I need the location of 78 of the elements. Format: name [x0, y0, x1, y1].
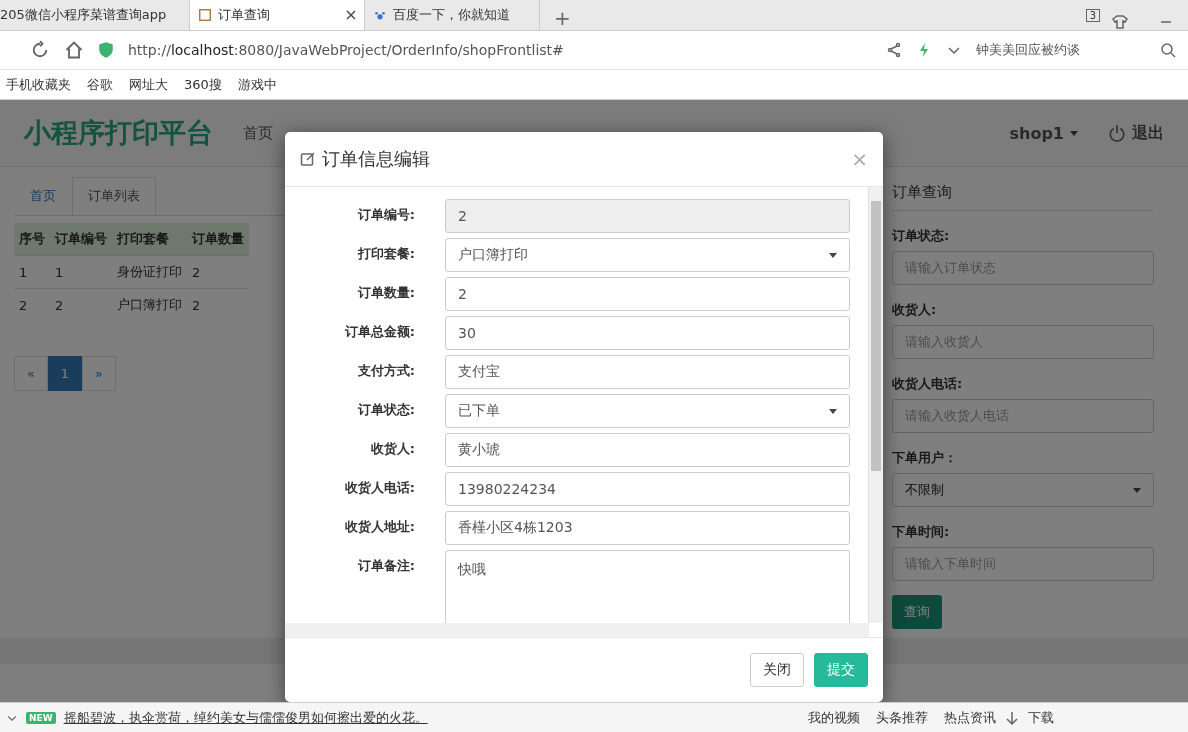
field-label: 支付方式:	[356, 362, 415, 380]
brand-title: 小程序打印平台	[24, 116, 213, 150]
bookmark[interactable]: 手机收藏夹	[6, 75, 71, 94]
table-cell: 户口簿打印	[112, 288, 187, 321]
status-link[interactable]: 头条推荐	[876, 709, 928, 727]
bookmark[interactable]: 网址大	[129, 75, 168, 94]
input-field: 2	[445, 199, 850, 233]
reload-icon[interactable]	[30, 40, 50, 60]
column-header: 打印套餐	[112, 223, 187, 256]
select-field[interactable]: 不限制	[892, 473, 1154, 507]
download-link[interactable]: 下载	[1028, 709, 1054, 727]
new-badge: NEW	[26, 712, 56, 724]
panel-title: 订单查询	[892, 173, 1154, 211]
table-cell: 2	[50, 288, 112, 321]
new-tab-button[interactable]: +	[540, 6, 585, 30]
field-label: 订单数量:	[356, 284, 415, 302]
bookmark[interactable]: 360搜	[184, 75, 222, 94]
browser-tab[interactable]: 订单查询	[190, 0, 365, 30]
table-cell: 2	[187, 288, 249, 321]
field-label: 收货人:	[892, 301, 938, 319]
search-icon[interactable]	[1160, 42, 1176, 58]
scrollbar[interactable]	[868, 187, 883, 623]
tab-count[interactable]: 3	[1085, 9, 1100, 22]
page-icon	[198, 8, 212, 22]
close-button[interactable]: 关闭	[750, 653, 804, 687]
select-field[interactable]: 已下单	[445, 394, 850, 428]
modal-title: 订单信息编辑	[322, 147, 430, 171]
close-icon[interactable]	[346, 10, 356, 20]
table-cell: 身份证打印	[112, 255, 187, 289]
browser-tab[interactable]: 205微信小程序菜谱查询app	[0, 0, 190, 30]
status-link[interactable]: 我的视频	[808, 709, 860, 727]
input-field[interactable]: 2	[445, 277, 850, 311]
table-cell: 1	[50, 255, 112, 289]
column-header: 订单数量	[187, 223, 249, 256]
field-label: 打印套餐:	[356, 245, 415, 263]
news-link[interactable]: 摇船碧波，执伞赏荷，绰约美女与儒儒俊男如何擦出爱的火花。	[63, 709, 428, 727]
field-label: 收货人电话:	[892, 375, 964, 393]
field-label: 下单时间:	[892, 523, 951, 541]
field-label: 订单状态:	[892, 227, 951, 245]
horizontal-scrollbar[interactable]	[285, 623, 869, 637]
shirt-icon[interactable]	[1112, 14, 1128, 30]
input-field[interactable]: 香槿小区4栋1203	[445, 511, 850, 545]
bookmark[interactable]: 谷歌	[87, 75, 113, 94]
column-header: 订单编号	[50, 223, 112, 256]
textarea-field[interactable]: 快哦	[445, 550, 850, 623]
field-label: 订单编号:	[356, 206, 415, 224]
search-field[interactable]: 钟美美回应被约谈	[976, 41, 1146, 59]
arrow-down-icon[interactable]	[1004, 710, 1020, 726]
field-label: 订单状态:	[356, 401, 415, 419]
share-icon[interactable]	[886, 42, 902, 58]
input-field[interactable]: 13980224234	[445, 472, 850, 506]
field-label: 收货人地址:	[343, 518, 415, 536]
column-header: 序号	[14, 223, 50, 256]
field-label: 收货人电话:	[343, 479, 415, 497]
home-icon[interactable]	[64, 40, 84, 60]
caret-icon	[1070, 130, 1078, 136]
caret-icon	[829, 252, 837, 258]
table-cell: 2	[14, 288, 50, 321]
url-field[interactable]: http://localhost:8080/JavaWebProject/OrderInfo/shopFrontlist#	[128, 42, 872, 58]
power-icon[interactable]	[1108, 124, 1126, 142]
input-field[interactable]: 30	[445, 316, 850, 350]
shield-icon	[98, 42, 114, 58]
select-field[interactable]: 户口簿打印	[445, 238, 850, 272]
page-tab[interactable]: 订单列表	[72, 177, 156, 215]
field-label: 订单总金额:	[343, 323, 415, 341]
edit-icon	[300, 151, 316, 167]
field-label: 收货人:	[369, 440, 415, 458]
nav-link[interactable]: 首页	[243, 123, 273, 143]
input-field[interactable]: 支付宝	[445, 355, 850, 389]
status-link[interactable]: 热点资讯	[944, 709, 996, 727]
table-cell: 1	[14, 255, 50, 289]
bookmark[interactable]: 游戏中	[237, 75, 277, 94]
field-label: 订单备注:	[356, 557, 415, 575]
field-label: 下单用户：	[892, 449, 958, 467]
table-cell: 2	[187, 255, 249, 289]
input-field[interactable]: 黄小琥	[445, 433, 850, 467]
caret-icon	[829, 408, 837, 414]
caret-icon	[1133, 487, 1141, 493]
